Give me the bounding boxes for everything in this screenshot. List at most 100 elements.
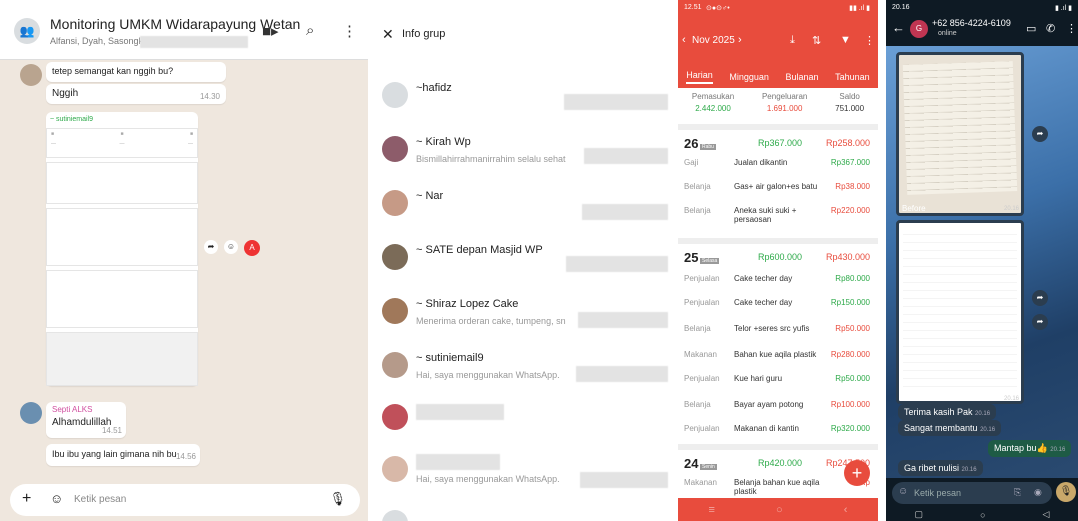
recents-icon[interactable]: ≡: [709, 504, 715, 516]
forward-icon[interactable]: ➦: [1032, 290, 1048, 306]
plus-icon[interactable]: +: [22, 490, 31, 508]
back-icon[interactable]: ‹: [844, 504, 848, 516]
sender-avatar: [20, 64, 42, 86]
download-icon[interactable]: ⤓: [790, 34, 795, 47]
tab-harian[interactable]: Harian: [686, 70, 713, 84]
contact-avatar[interactable]: G: [910, 20, 928, 38]
transaction-desc: Telor +seres src yufis: [734, 324, 810, 333]
video-icon[interactable]: ■▸: [262, 22, 279, 40]
period-tabs: Harian Mingguan Bulanan Tahunan: [678, 66, 878, 88]
home-icon[interactable]: ○: [980, 510, 985, 520]
message-time: 20.16: [961, 467, 977, 473]
day-header[interactable]: 25 Selasa Rp600.000 Rp430.000: [678, 238, 878, 266]
member-item[interactable]: ~ sutiniemail9 Hai, saya menggunakan Wha…: [382, 348, 672, 388]
message-time: 14.30: [199, 92, 220, 101]
transaction-amount: Rp150.000: [830, 298, 870, 307]
phone-call-icon[interactable]: ✆: [1046, 22, 1055, 35]
prev-month-icon[interactable]: ‹: [682, 34, 686, 46]
back-icon[interactable]: ◁: [1043, 509, 1050, 520]
tab-tahunan[interactable]: Tahunan: [835, 72, 870, 82]
member-status: Bismillahirrahmanirrahim selalu sehat: [416, 154, 566, 164]
more-icon[interactable]: ⋮: [1066, 22, 1077, 35]
member-avatar: [382, 510, 408, 521]
message-time: 20.16: [1004, 396, 1020, 402]
sort-icon[interactable]: ⇅: [812, 34, 821, 47]
emoji-icon[interactable]: ☺: [898, 486, 908, 497]
pdf-icon[interactable]: A: [244, 240, 260, 256]
forward-icon[interactable]: ➦: [1032, 314, 1048, 330]
day-expense: Rp258.000: [825, 138, 870, 148]
microphone-icon[interactable]: 🎙: [1056, 482, 1076, 502]
more-icon[interactable]: ⋮: [342, 22, 357, 40]
message-sender: Septi ALKS: [52, 405, 93, 414]
summary-value: 2.442.000: [695, 104, 731, 113]
recents-icon[interactable]: ▢: [915, 509, 924, 520]
more-icon[interactable]: ⋮: [864, 34, 875, 47]
transaction-category: Belanja: [684, 400, 711, 409]
forward-icon[interactable]: ➦: [204, 240, 218, 254]
sticker-icon[interactable]: ☺: [50, 491, 63, 506]
message-time: 14.51: [101, 426, 122, 435]
transaction-amount: Rp280.000: [830, 350, 870, 359]
info-title: Info grup: [402, 28, 446, 40]
forward-icon[interactable]: ➦: [1032, 126, 1048, 142]
member-item[interactable]: ~ Nar: [382, 186, 672, 226]
after-image-message[interactable]: [896, 220, 1024, 404]
member-avatar: [382, 352, 408, 378]
transaction-desc: Gas+ air galon+es batu: [734, 182, 818, 191]
transaction-category: Makanan: [684, 478, 717, 487]
member-item[interactable]: ~hafidz: [382, 78, 672, 118]
message-input-box: ☺ Ketik pesan ⎘ ◉: [892, 482, 1052, 504]
ledger-photo: [902, 61, 1018, 195]
group-chat-panel: 👥 Monitoring UMKM Widarapayung Wetan Alf…: [0, 0, 368, 521]
message-bubble: Ibu ibu yang lain gimana nih bu 14.56: [46, 444, 200, 466]
tab-mingguan[interactable]: Mingguan: [729, 72, 769, 82]
message-input[interactable]: Ketik pesan: [74, 494, 126, 505]
chat-footer: + ☺ Ketik pesan 🎙: [0, 478, 368, 521]
member-avatar: [382, 190, 408, 216]
video-call-icon[interactable]: ▭: [1026, 22, 1036, 35]
close-icon[interactable]: ✕: [382, 26, 394, 43]
back-arrow-icon[interactable]: ←: [892, 20, 905, 35]
tab-bulanan[interactable]: Bulanan: [786, 72, 819, 82]
emoji-icon[interactable]: ☺: [224, 240, 238, 254]
finance-screenshot-day: [46, 208, 198, 266]
filter-icon[interactable]: ▼: [840, 34, 851, 46]
summary-income: Pemasukan 2.442.000: [692, 92, 734, 124]
month-label[interactable]: Nov 2025: [692, 35, 735, 46]
message-text: Sangat membantu: [904, 423, 978, 433]
member-item[interactable]: ~ Shiraz Lopez Cake Menerima orderan cak…: [382, 294, 672, 334]
member-item[interactable]: ~ SATE depan Masjid WP: [382, 240, 672, 280]
finance-screenshot-day: [46, 270, 198, 328]
summary-label: Pemasukan: [691, 92, 735, 101]
contact-phone[interactable]: +62 856-4224-6109: [932, 18, 1011, 28]
attach-icon[interactable]: ⎘: [1014, 487, 1021, 498]
microphone-icon[interactable]: 🎙: [329, 491, 346, 507]
day-header[interactable]: 26 Rabu Rp367.000 Rp258.000: [678, 124, 878, 152]
summary-balance: Saldo 751.000: [835, 92, 864, 124]
message-bubble: Ga ribet nulisi 20.16: [898, 460, 983, 476]
before-image-message[interactable]: [896, 52, 1024, 216]
add-transaction-button[interactable]: +: [844, 460, 870, 486]
member-item[interactable]: [382, 400, 672, 440]
redacted-block: [140, 36, 248, 48]
message-input[interactable]: Ketik pesan: [914, 488, 961, 498]
summary-value: 1.691.000: [766, 104, 803, 113]
home-icon[interactable]: ○: [776, 504, 783, 516]
transaction-desc: Cake techer day: [734, 274, 793, 283]
mini-row: ■ ■ ■: [51, 131, 193, 137]
group-avatar-icon[interactable]: 👥: [14, 18, 40, 44]
transaction-desc: Cake techer day: [734, 298, 793, 307]
camera-icon[interactable]: ◉: [1034, 487, 1042, 498]
member-status: Hai, saya menggunakan WhatsApp.: [416, 370, 560, 380]
search-icon[interactable]: ⌕: [306, 22, 314, 39]
next-month-icon[interactable]: ›: [738, 34, 742, 46]
redacted-block: [564, 94, 668, 110]
message-time: 20.16: [1050, 447, 1066, 453]
status-time: 20.16: [892, 4, 910, 11]
member-item[interactable]: Hai, saya menggunakan WhatsApp.: [382, 452, 672, 492]
transaction-amount: Rp367.000: [830, 158, 870, 167]
transaction-amount: Rp50.000: [835, 324, 870, 333]
member-item[interactable]: ~ Kirah Wp Bismillahirrahmanirrahim sela…: [382, 132, 672, 172]
message-text: Nggih: [52, 88, 79, 99]
